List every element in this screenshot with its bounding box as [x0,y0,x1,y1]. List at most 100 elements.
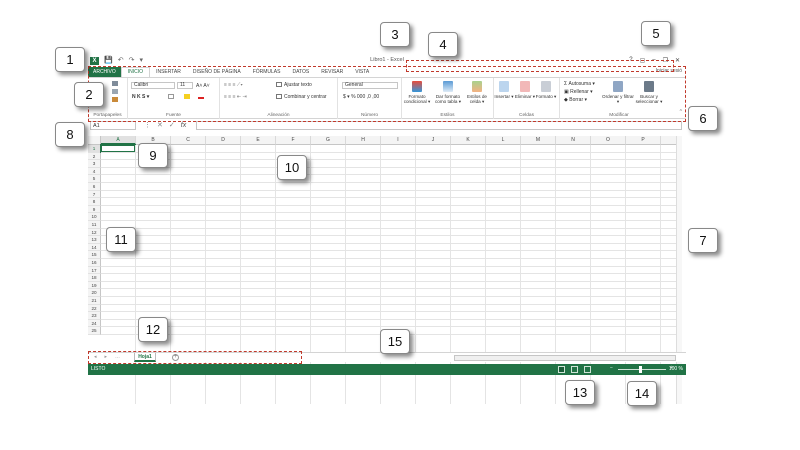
column-header[interactable]: M [521,136,556,145]
row-header[interactable]: 8 [88,198,101,206]
grid-row-line [101,265,678,267]
grid-row-line [101,311,678,313]
callout-4: 4 [428,32,458,57]
grid-row-line [101,250,678,252]
callout-13: 13 [565,380,595,405]
page-break-view-button[interactable] [584,366,591,373]
grid-row-line [101,303,678,305]
formula-bar: A1 ⋮ ✕ ✓ fx [88,121,686,131]
zoom-slider[interactable] [618,369,666,370]
callout-12: 12 [138,317,168,342]
callout-10: 10 [277,155,307,180]
column-header[interactable]: K [451,136,486,145]
row-header[interactable]: 15 [88,251,101,259]
horizontal-scrollbar[interactable] [454,355,676,361]
grid-row-line [101,227,678,229]
row-header[interactable]: 25 [88,327,101,335]
grid-row-line [101,189,678,191]
row-header[interactable]: 3 [88,160,101,168]
callout-3: 3 [380,22,410,47]
row-header[interactable]: 22 [88,304,101,313]
row-header[interactable]: 20 [88,289,101,297]
formula-buttons: ⋮ ✕ ✓ fx [144,121,186,130]
row-header[interactable]: 11 [88,221,101,229]
grid-row-line [101,197,678,199]
view-buttons [558,366,591,373]
row-header[interactable]: 18 [88,274,101,282]
row-header[interactable]: 19 [88,281,101,290]
callout-14: 14 [627,381,657,406]
row-header[interactable]: 5 [88,175,101,183]
row-header[interactable]: 7 [88,190,101,199]
zoom-slider-thumb[interactable] [639,366,642,373]
callout-1: 1 [55,47,85,72]
grid-row-line [101,242,678,244]
row-header[interactable]: 23 [88,312,101,320]
callout-11: 11 [106,227,136,252]
row-header[interactable]: 21 [88,297,101,305]
callout-6: 6 [688,106,718,131]
column-header[interactable]: F [276,136,311,145]
name-box[interactable]: A1 [90,121,136,130]
callout-5: 5 [641,21,671,46]
column-header[interactable]: C [171,136,206,145]
grid-row-line [101,174,678,176]
callout-15: 15 [380,329,410,354]
row-header[interactable]: 10 [88,213,101,221]
grid-row-line [101,326,678,328]
grid-row-line [101,273,678,275]
grid-row-line [101,151,678,153]
normal-view-button[interactable] [558,366,565,373]
grid-row-line [101,258,678,259]
grid-row-line [101,212,678,214]
callout-9: 9 [138,143,168,168]
grid-row-line [101,204,678,206]
column-header[interactable]: H [346,136,381,145]
callout-2: 2 [74,82,104,107]
grid-row-line [101,182,678,183]
grid-row-line [101,166,678,168]
status-text: LISTO [91,366,106,372]
column-header[interactable]: O [591,136,626,145]
row-header[interactable]: 14 [88,243,101,252]
cancel-entry-button[interactable]: ✕ [157,121,163,130]
highlight-ribbon [88,66,686,122]
column-header[interactable]: E [241,136,276,145]
zoom-out-button[interactable]: − [610,365,613,371]
grid-row-line [101,296,678,297]
row-header[interactable]: 4 [88,167,101,176]
zoom-level[interactable]: 100 % [669,366,683,372]
page-layout-view-button[interactable] [571,366,578,373]
column-header[interactable]: N [556,136,591,145]
grid-row-line [101,318,678,320]
formula-bar-grip-icon: ⋮ [144,122,151,129]
grid-row-line [101,159,678,161]
row-header[interactable]: 16 [88,259,101,267]
row-header[interactable]: 9 [88,205,101,214]
confirm-entry-button[interactable]: ✓ [169,121,175,130]
highlight-sheet-tabs [88,351,302,364]
column-header[interactable]: J [416,136,451,145]
grid-row-line [101,235,678,237]
column-header[interactable]: G [311,136,346,145]
column-headers: ABCDEFGHIJKLMNOPQ [88,136,678,145]
callout-7: 7 [688,228,718,253]
grid-row-line [101,288,678,290]
column-header[interactable]: L [486,136,521,145]
insert-function-button[interactable]: fx [181,121,186,130]
formula-input[interactable] [196,121,682,130]
row-header[interactable]: 24 [88,319,101,328]
row-header[interactable]: 2 [88,152,101,161]
row-header[interactable]: 13 [88,236,101,244]
callout-8: 8 [55,122,85,147]
row-header[interactable]: 12 [88,228,101,237]
column-header[interactable]: P [626,136,661,145]
close-button[interactable]: ✕ [675,57,680,64]
status-bar: LISTO − + 100 % [88,364,686,375]
row-header[interactable]: 17 [88,266,101,275]
grid-row-line [101,280,678,282]
column-header[interactable]: D [206,136,241,145]
row-header[interactable]: 6 [88,183,101,191]
grid-row-line [101,220,678,221]
column-header[interactable]: I [381,136,416,145]
